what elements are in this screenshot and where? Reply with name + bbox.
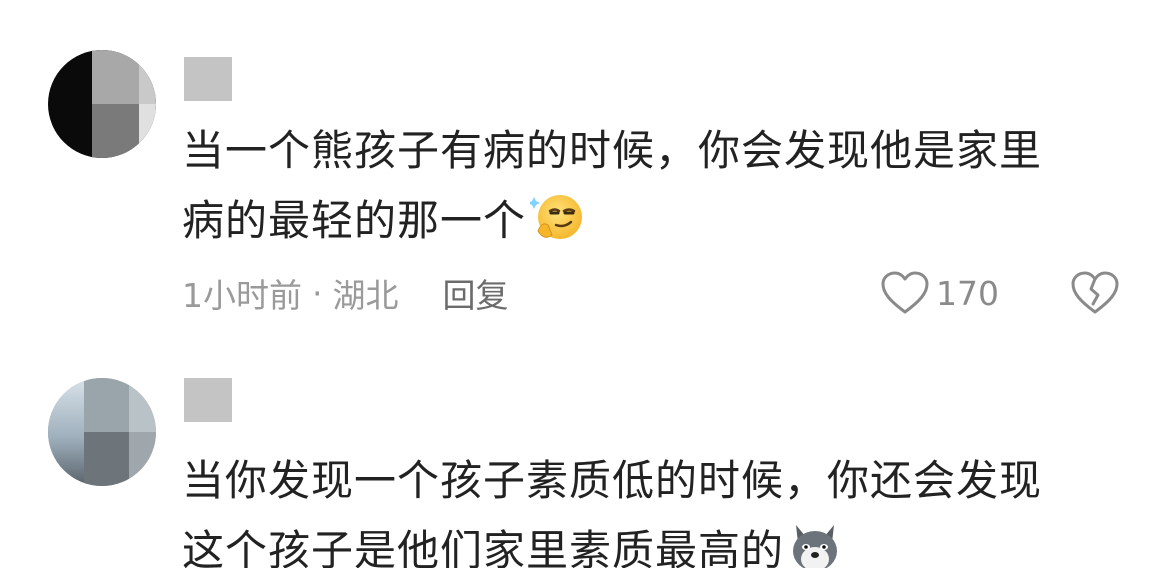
comment-line: 这个孩子是他们家里素质最高的 (182, 526, 785, 568)
like-count: 170 (936, 273, 999, 313)
avatar-mosaic (92, 50, 156, 158)
meta-separator: · (312, 273, 323, 313)
comment-location: 湖北 (332, 276, 399, 315)
username[interactable] (184, 378, 232, 422)
broken-heart-icon[interactable] (1070, 270, 1120, 316)
smirk-thinking-emoji-icon (530, 195, 583, 239)
like-button[interactable]: 170 (880, 268, 999, 318)
comment-item: 当一个熊孩子有病的时候，你会发现他是家里 病的最轻的那一个 1小时前 · 湖北 … (0, 0, 1170, 330)
avatar-mosaic (84, 378, 156, 486)
username-mosaic (184, 57, 232, 101)
avatar[interactable] (48, 378, 156, 486)
reply-button[interactable]: 回复 (443, 269, 509, 317)
avatar[interactable] (48, 50, 156, 158)
comment-text: 当一个熊孩子有病的时候，你会发现他是家里 病的最轻的那一个 (182, 116, 1102, 256)
comment-meta: 1小时前 · 湖北 回复 (182, 268, 509, 318)
comment-line: 病的最轻的那一个 (182, 196, 527, 245)
comment-line: 当你发现一个孩子素质低的时候，你还会发现 (182, 456, 1043, 505)
wolf-emoji-icon (793, 525, 838, 568)
heart-icon (881, 271, 929, 314)
username-mosaic (184, 378, 232, 422)
comment-list: 当一个熊孩子有病的时候，你会发现他是家里 病的最轻的那一个 1小时前 · 湖北 … (0, 0, 1170, 568)
comment-line: 当一个熊孩子有病的时候，你会发现他是家里 (182, 126, 1043, 175)
comment-item: 当你发现一个孩子素质低的时候，你还会发现 这个孩子是他们家里素质最高的 (0, 360, 1170, 568)
username[interactable] (184, 57, 232, 101)
comment-text: 当你发现一个孩子素质低的时候，你还会发现 这个孩子是他们家里素质最高的 (182, 446, 1102, 568)
comment-time: 1小时前 (182, 276, 302, 315)
